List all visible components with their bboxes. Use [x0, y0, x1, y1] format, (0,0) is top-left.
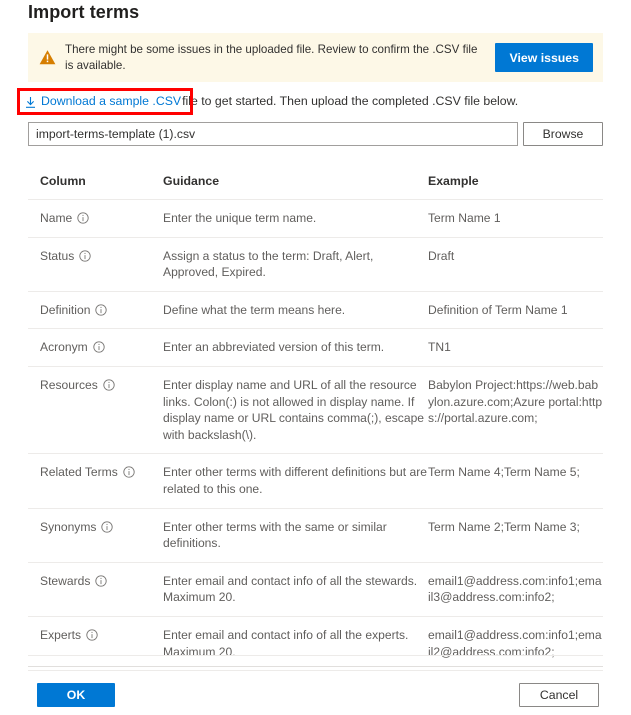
table-cell-example: Term Name 1 — [428, 199, 603, 238]
table-cell-guidance: Enter other terms with different definit… — [163, 453, 428, 509]
table-row: Related Terms Enter other terms with diff… — [28, 453, 603, 509]
table-cell-guidance: Assign a status to the term: Draft, Aler… — [163, 237, 428, 292]
column-name-label: Resources — [40, 377, 98, 392]
column-header-column: Column — [28, 170, 163, 200]
view-issues-button[interactable]: View issues — [495, 43, 593, 72]
info-circle-icon[interactable] — [93, 341, 105, 354]
table-cell-column: Name — [28, 199, 163, 238]
column-name-label: Acronym — [40, 340, 88, 355]
warning-banner-message: There might be some issues in the upload… — [65, 43, 478, 72]
table-cell-column: Synonyms — [28, 508, 163, 563]
table-bottom-divider — [28, 655, 603, 656]
table-cell-example: Definition of Term Name 1 — [428, 291, 603, 330]
file-path-input[interactable] — [28, 122, 518, 146]
page-title: Import terms — [28, 2, 140, 22]
table-row: Name Enter the unique term name. Term Name… — [28, 199, 603, 238]
info-circle-icon[interactable] — [79, 249, 91, 262]
table-cell-column: Resources — [28, 366, 163, 455]
table-cell-guidance: Enter email and contact info of all the … — [163, 616, 428, 672]
ok-button[interactable]: OK — [37, 683, 115, 707]
warning-banner: There might be some issues in the upload… — [28, 33, 603, 82]
table-row: Resources Enter display name and URL of a… — [28, 366, 603, 455]
info-circle-icon[interactable] — [103, 379, 115, 391]
table-cell-guidance: Enter other terms with the same or simil… — [163, 508, 428, 563]
table-row: Synonyms Enter other terms with the same … — [28, 508, 603, 563]
table-cell-guidance: Enter email and contact info of all the … — [163, 562, 428, 617]
table-body: Name Enter the unique term name. Term Name… — [28, 199, 603, 672]
footer-divider — [28, 666, 603, 667]
column-name-label: Synonyms — [40, 519, 97, 534]
download-sample-csv-link[interactable]: Download a sample .CSV — [41, 94, 181, 108]
info-circle-icon[interactable] — [95, 304, 108, 316]
table-cell-example: Term Name 2;Term Name 3; — [428, 508, 603, 563]
table-cell-guidance: Enter an abbreviated version of this ter… — [163, 328, 428, 367]
column-name-label: Related Terms — [40, 465, 118, 480]
warning-triangle-icon — [39, 49, 56, 66]
column-name-label: Status — [40, 248, 75, 263]
download-icon — [24, 96, 37, 109]
table-header-row: Column Guidance Example — [28, 170, 603, 200]
table-cell-column: Acronym — [28, 328, 163, 367]
cancel-button[interactable]: Cancel — [519, 683, 599, 707]
column-name-label: Name — [40, 211, 73, 225]
guidance-table-wrapper: Column Guidance Example Name Enter the un… — [28, 170, 603, 672]
table-cell-example: Term Name 4;Term Name 5; — [428, 453, 603, 509]
info-circle-icon[interactable] — [77, 212, 89, 224]
table-cell-example: email1@address.com:info1;email3@address.… — [428, 562, 603, 617]
column-header-guidance: Guidance — [163, 170, 428, 200]
table-cell-example: Babylon Project:https://web.babylon.azur… — [428, 366, 603, 455]
file-picker-row: Browse — [28, 122, 603, 146]
column-name-label: Stewards — [40, 573, 91, 588]
table-row: Acronym Enter an abbreviated version of t… — [28, 328, 603, 367]
table-row: Status Assign a status to the term: Draft… — [28, 237, 603, 292]
column-header-example: Example — [428, 170, 603, 200]
column-name-label: Definition — [40, 302, 91, 317]
table-cell-guidance: Define what the term means here. — [163, 291, 428, 330]
table-cell-column: Experts — [28, 616, 163, 672]
table-row: Experts Enter email and contact info of a… — [28, 616, 603, 672]
table-cell-column: Stewards — [28, 562, 163, 617]
info-circle-icon[interactable] — [86, 629, 98, 641]
table-cell-column: Definition — [28, 291, 163, 330]
table-row: Definition Define what the term means her… — [28, 291, 603, 330]
download-sample-line: Download a sample .CSV file to get start… — [24, 94, 518, 108]
column-name-label: Experts — [40, 627, 81, 642]
download-sample-rest-text: file to get started. Then upload the com… — [182, 94, 519, 108]
table-cell-guidance: Enter display name and URL of all the re… — [163, 366, 428, 455]
table-cell-example: email1@address.com:info1;email2@address.… — [428, 616, 603, 672]
table-cell-column: Status — [28, 237, 163, 292]
info-circle-icon[interactable] — [95, 575, 108, 587]
info-circle-icon[interactable] — [123, 466, 135, 478]
table-cell-column: Related Terms — [28, 453, 163, 509]
table-cell-guidance: Enter the unique term name. — [163, 199, 428, 238]
table-cell-example: Draft — [428, 237, 603, 292]
table-row: Stewards Enter email and contact info of … — [28, 562, 603, 617]
guidance-table: Column Guidance Example Name Enter the un… — [28, 170, 603, 672]
info-circle-icon[interactable] — [101, 520, 114, 533]
table-cell-example: TN1 — [428, 328, 603, 367]
browse-button[interactable]: Browse — [523, 122, 603, 146]
